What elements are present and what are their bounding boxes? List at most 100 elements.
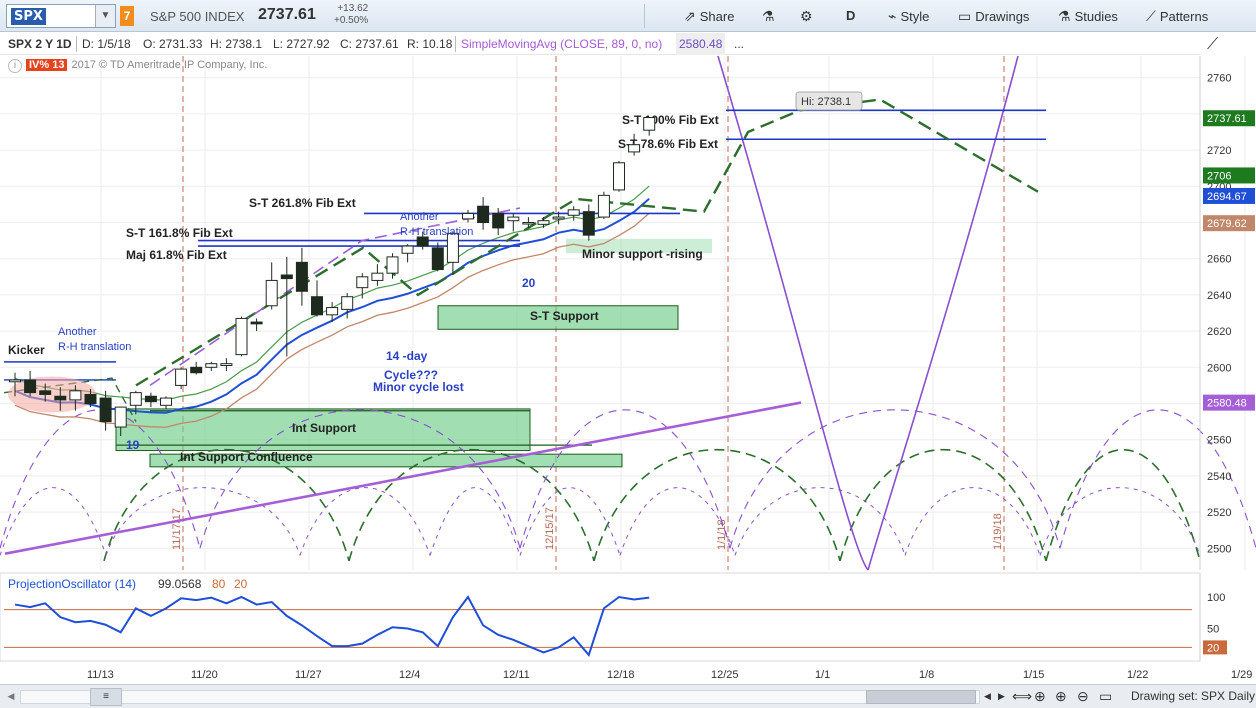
- candle-body: [386, 256, 399, 274]
- oscillator-name: ProjectionOscillator (14): [8, 577, 136, 591]
- scroll-left-icon[interactable]: ◀: [984, 691, 991, 702]
- candle-body: [462, 212, 474, 220]
- cycle-date-label: 1/19/18: [992, 513, 1004, 550]
- drawing-set-label[interactable]: Drawing set: SPX Daily: [1131, 689, 1255, 703]
- zoom-out-icon[interactable]: ⊖: [1077, 688, 1089, 705]
- candle-body: [552, 216, 565, 220]
- support-zone-label: Int Support Confluence: [180, 450, 313, 464]
- candle-body: [356, 276, 369, 289]
- candle-body: [99, 397, 112, 423]
- chart-annotation: Minor cycle lost: [373, 380, 464, 394]
- date-tick-label: 1/8: [919, 669, 934, 681]
- price-tick-label: 2640: [1207, 290, 1231, 302]
- zoom-box-icon[interactable]: ▭: [1099, 688, 1112, 705]
- fib-label: Maj 61.8% Fib Ext: [126, 248, 227, 262]
- candle-body: [160, 397, 172, 406]
- scroll-right-icon[interactable]: ▶: [998, 691, 1005, 702]
- price-chart[interactable]: 11/17/17 12/15/17 1/1/18 1/19/18 S-T 100% F…: [0, 0, 1256, 684]
- support-zone-label: S-T Support: [530, 309, 599, 323]
- support-zone-label: Int Support: [292, 421, 356, 435]
- fib-label: S-T 261.8% Fib Ext: [249, 196, 356, 210]
- chart-annotation: 14 -day: [386, 349, 428, 363]
- price-badge-label: 2694.67: [1207, 191, 1247, 203]
- chart-annotation: 20: [522, 276, 536, 290]
- osc-tick-label: 20: [1207, 642, 1219, 654]
- candle-body: [54, 395, 67, 401]
- price-tick-label: 2520: [1207, 507, 1231, 519]
- candle-body: [326, 307, 339, 316]
- date-tick-label: 12/11: [503, 669, 530, 681]
- candle-body: [250, 321, 263, 325]
- time-scrollbar[interactable]: [20, 690, 980, 704]
- candle-body: [477, 205, 490, 224]
- candle-body: [265, 279, 278, 307]
- support-zone-label: Minor support -rising: [582, 247, 703, 261]
- cycle-date-label: 11/17/17: [171, 508, 183, 550]
- candle-body: [235, 317, 248, 356]
- candle-body: [24, 379, 37, 394]
- chart-annotation: R-H translation: [400, 226, 473, 238]
- candle-body: [522, 222, 535, 225]
- date-tick-label: 11/13: [87, 669, 114, 681]
- candle-body: [371, 272, 384, 281]
- date-axis: 11/13 11/20 11/27 12/4 12/11 12/18 12/25 1/1 1/8…: [87, 669, 1252, 681]
- candle-body: [613, 162, 625, 191]
- candle-body: [69, 390, 82, 401]
- price-badge-label: 2580.48: [1207, 398, 1247, 410]
- price-badge-label: 2679.62: [1207, 218, 1247, 230]
- candle-body: [537, 220, 550, 225]
- price-tick-label: 2760: [1207, 73, 1231, 85]
- candle-body: [311, 296, 323, 316]
- candle-body: [144, 395, 157, 403]
- cycle-date-label: 12/15/17: [544, 507, 556, 550]
- chart-annotation: Another: [58, 326, 97, 338]
- candle-body: [341, 296, 354, 310]
- scroll-thumb[interactable]: [866, 690, 976, 704]
- info-icon[interactable]: i: [8, 59, 22, 73]
- price-badge-label: 2706: [1207, 170, 1231, 182]
- expand-horizontal-icon[interactable]: ⟺: [1012, 688, 1032, 705]
- candle-body: [416, 236, 429, 247]
- price-tick-label: 2620: [1207, 326, 1231, 338]
- chart-annotation: Hi: 2738.1: [801, 96, 851, 108]
- price-tick-label: 2720: [1207, 145, 1231, 157]
- osc-tick-label: 50: [1207, 624, 1219, 636]
- zoom-in-icon[interactable]: ⊕: [1055, 688, 1067, 705]
- candle-body: [190, 366, 203, 374]
- price-tick-label: 2560: [1207, 435, 1231, 447]
- date-tick-label: 12/25: [711, 669, 739, 681]
- osc-tick-label: 100: [1207, 592, 1225, 604]
- candle-body: [280, 274, 293, 280]
- pan-icon[interactable]: ⊕: [1034, 688, 1046, 705]
- date-tick-label: 1/22: [1127, 669, 1148, 681]
- date-tick-label: 12/4: [399, 669, 420, 681]
- scroll-left-icon[interactable]: ◀: [4, 689, 18, 703]
- bottom-bar: ◀ ≡ ◀ ▶ ⟺ ⊕ ⊕ ⊖ ▭ Drawing set: SPX Daily: [0, 684, 1256, 708]
- date-tick-label: 1/15: [1023, 669, 1044, 681]
- oscillator-value: 99.0568: [158, 577, 202, 591]
- candle-body: [175, 368, 188, 386]
- date-tick-label: 12/18: [607, 669, 635, 681]
- candle-body: [84, 393, 97, 404]
- oscillator-lower: 20: [234, 577, 248, 591]
- oscillator-upper: 80: [212, 577, 226, 591]
- date-tick-label: 11/20: [191, 669, 218, 681]
- chart-annotation: Kicker: [8, 343, 45, 357]
- chart-annotation: Another: [400, 211, 439, 223]
- fib-label: S-T 161.8% Fib Ext: [126, 226, 233, 240]
- candle-body: [492, 212, 505, 229]
- copyright-text: 2017 © TD Ameritrade IP Company, Inc.: [71, 59, 268, 71]
- date-tick-label: 1/29: [1231, 669, 1252, 681]
- candle-body: [295, 261, 308, 292]
- candle-body: [401, 245, 414, 254]
- price-tick-label: 2500: [1207, 543, 1231, 555]
- chart-annotation: R-H translation: [58, 341, 131, 353]
- candle-body: [628, 144, 641, 153]
- price-badge-label: 2737.61: [1207, 113, 1247, 125]
- date-tick-label: 1/1: [815, 669, 830, 681]
- price-axis: 2500252025402560258026002620264026602680…: [1199, 56, 1231, 570]
- candle-body: [129, 392, 142, 406]
- scroll-home-button[interactable]: ≡: [90, 688, 122, 706]
- iv-badge: IV% 13: [26, 59, 68, 71]
- candle-body: [597, 194, 610, 218]
